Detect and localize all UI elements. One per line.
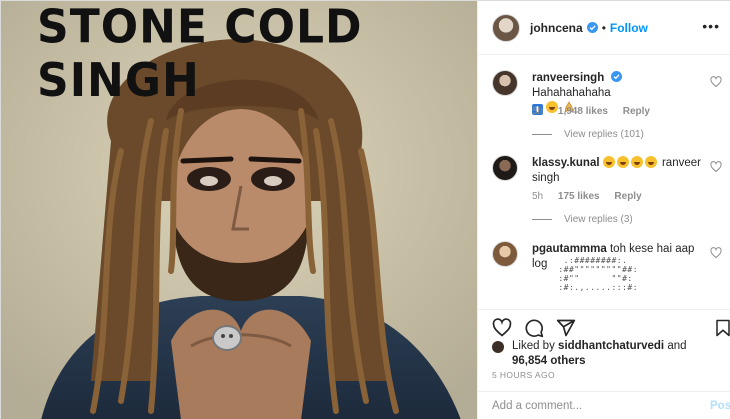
commenter-avatar[interactable] [492,155,518,181]
comment-meta: 5h 175 likes Reply [532,191,654,202]
share-icon[interactable] [556,318,576,338]
view-replies-link[interactable]: View replies (101) [532,129,644,140]
view-replies-label: View replies (101) [564,129,644,140]
view-replies-label: View replies (3) [564,214,633,225]
post-timestamp[interactable]: 5 HOURS AGO [492,370,555,380]
commenter-avatar[interactable] [492,70,518,96]
laughing-emoji-icon [602,156,615,168]
more-options-icon[interactable]: ••• [702,19,720,33]
laughing-emoji-icon [616,156,629,168]
likes-text: Liked by siddhantchaturvedi and 96,854 o… [512,339,722,369]
add-comment-bar: Post [478,391,730,419]
comment-body: klassy.kunal ranveer singh [532,156,702,186]
commenter-username[interactable]: klassy.kunal [532,157,600,169]
replies-divider [532,134,552,135]
like-comment-heart-icon[interactable] [710,76,722,88]
separator-dot: • [601,20,606,35]
reply-button[interactable]: Reply [623,106,650,117]
liker-avatar[interactable] [492,341,504,353]
replies-divider [532,219,552,220]
commenter-username[interactable]: ranveersingh [532,72,604,84]
comment-likes[interactable]: 175 likes [558,191,600,202]
post-sidebar: johncena • Follow ••• ranveersingh Hahah… [477,1,730,419]
commenter-username[interactable]: pgautammma [532,243,607,255]
post-image[interactable]: STONE COLD SINGH [1,1,477,419]
commenter-avatar[interactable] [492,241,518,267]
laughing-emoji-icon [630,156,643,168]
reply-button[interactable]: Reply [614,191,641,202]
post-comment-button[interactable]: Post [710,400,730,412]
instagram-post: STONE COLD SINGH johncena • Follow ••• r… [0,0,730,419]
verified-badge-icon [586,22,598,33]
heart-icon[interactable] [492,318,512,338]
comment-meta: 5h 1,948 likes Reply [532,106,662,117]
follow-button[interactable]: Follow [610,21,648,35]
liker-username[interactable]: siddhantchaturvedi [558,340,664,352]
like-comment-heart-icon[interactable] [710,161,722,173]
bookmark-icon[interactable] [714,318,730,338]
view-replies-link[interactable]: View replies (3) [532,214,633,225]
comment-time: 5h [532,106,544,117]
author-avatar[interactable] [492,13,520,42]
verified-badge-icon [611,71,623,82]
likes-others[interactable]: 96,854 others [512,355,586,367]
post-actions-bar [478,309,730,343]
comment-text: Hahahahahaha [532,87,611,99]
comment-likes[interactable]: 1,948 likes [558,106,608,117]
post-header: johncena • Follow ••• [478,1,730,55]
laughing-emoji-icon [644,156,657,168]
likes-and: and [667,340,687,352]
like-comment-heart-icon[interactable] [710,247,722,259]
ascii-art-comment: .:########:. :##"""""""""##: :#"" ""#: :… [558,256,639,292]
liked-by-prefix: Liked by [512,340,555,352]
add-comment-input[interactable] [492,400,682,412]
comment-time: 5h [532,191,544,202]
image-caption-text: STONE COLD SINGH [37,1,363,108]
comment-icon[interactable] [524,318,544,338]
author-username[interactable]: johncena [530,21,583,35]
